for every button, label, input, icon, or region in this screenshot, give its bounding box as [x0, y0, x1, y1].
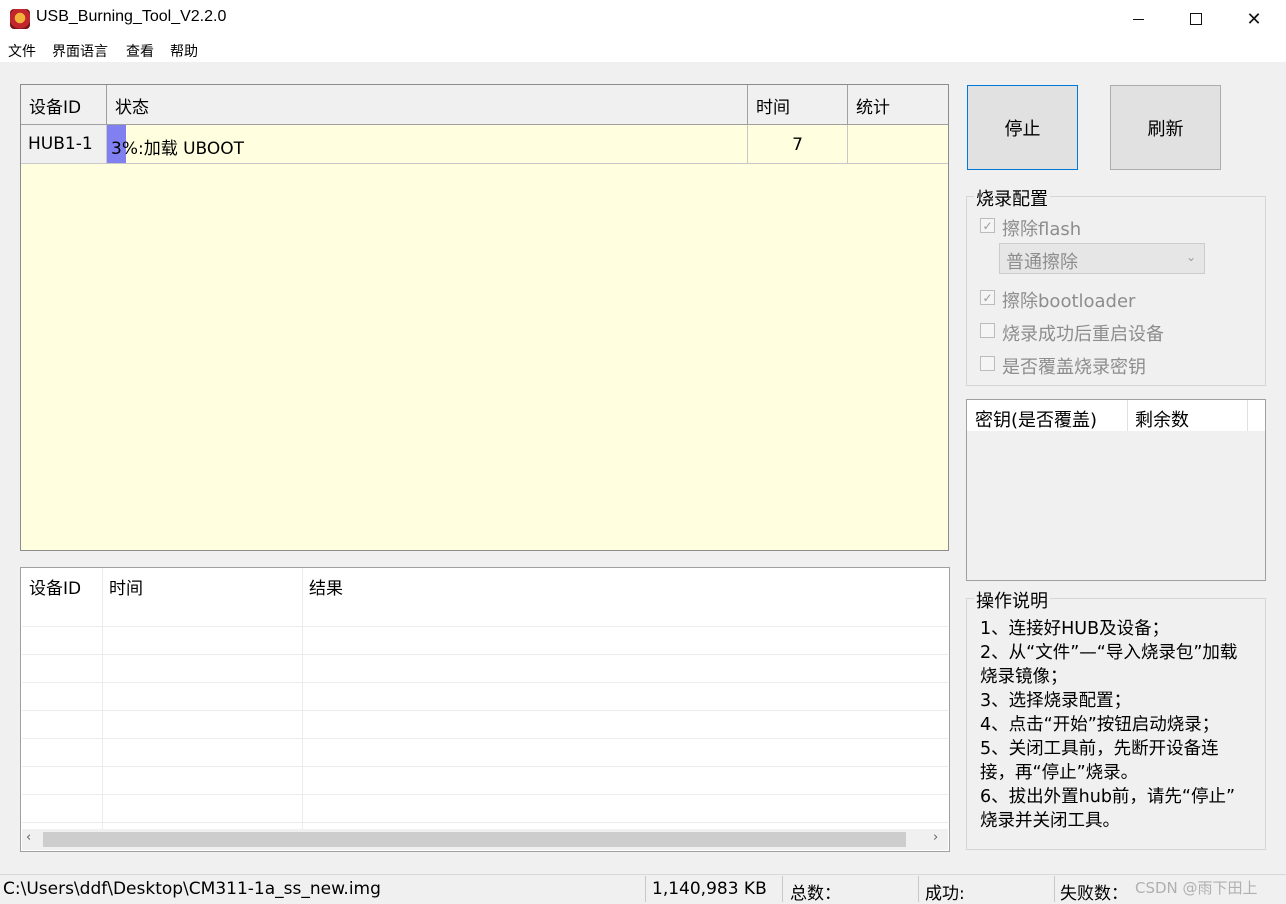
erase-bootloader-label: 擦除bootloader — [1002, 291, 1136, 312]
log-row[interactable] — [22, 767, 948, 795]
reboot-after-label: 烧录成功后重启设备 — [1002, 324, 1164, 345]
log-header-device-id[interactable]: 设备ID — [29, 574, 81, 599]
maximize-button[interactable] — [1167, 0, 1225, 38]
log-row[interactable] — [22, 655, 948, 683]
key-header-remaining[interactable]: 剩余数 — [1135, 406, 1189, 432]
scroll-left-icon[interactable]: ‹ — [26, 830, 31, 845]
app-icon — [10, 9, 30, 29]
maximize-icon — [1190, 13, 1202, 25]
reboot-after-checkbox[interactable] — [980, 323, 995, 338]
menu-file[interactable]: 文件 — [8, 41, 36, 61]
status-text: 3%:加载 UBOOT — [111, 139, 245, 159]
minimize-button[interactable] — [1109, 0, 1167, 38]
key-header-key[interactable]: 密钥(是否覆盖) — [975, 406, 1097, 432]
stat-cell[interactable] — [848, 125, 948, 164]
log-header-result[interactable]: 结果 — [309, 574, 343, 599]
instruction-line: 5、关闭工具前，先断开设备连 — [980, 739, 1219, 759]
column-header-device-id[interactable]: 设备ID — [21, 85, 107, 125]
instruction-line: 4、点击“开始”按钮启动烧录； — [980, 715, 1220, 735]
check-icon: ✓ — [982, 218, 993, 233]
erase-flash-label: 擦除flash — [1002, 219, 1082, 240]
status-divider — [1054, 876, 1055, 902]
log-row[interactable] — [22, 795, 948, 823]
overwrite-key-label: 是否覆盖烧录密钥 — [1002, 357, 1146, 378]
column-header-status[interactable]: 状态 — [107, 85, 748, 125]
key-column-divider — [1247, 400, 1248, 431]
horizontal-scrollbar[interactable]: ‹ › — [22, 829, 948, 850]
instructions-title: 操作说明 — [974, 587, 1050, 613]
instruction-line: 烧录镜像； — [980, 667, 1068, 687]
status-divider — [782, 876, 783, 902]
key-column-divider — [1127, 400, 1128, 431]
refresh-button[interactable]: 刷新 — [1110, 85, 1221, 170]
burn-config-title: 烧录配置 — [974, 185, 1050, 211]
log-row[interactable] — [22, 711, 948, 739]
instruction-line: 3、选择烧录配置； — [980, 691, 1132, 711]
status-cell[interactable]: 3%:加载 UBOOT — [107, 125, 748, 164]
total-count: 总数： — [790, 884, 841, 904]
close-icon: ✕ — [1246, 8, 1262, 30]
status-divider — [645, 876, 646, 902]
time-cell[interactable]: 7 — [748, 125, 848, 164]
overwrite-key-checkbox[interactable] — [980, 356, 995, 371]
erase-flash-checkbox[interactable]: ✓ — [980, 218, 995, 233]
log-header-time[interactable]: 时间 — [109, 574, 143, 599]
close-button[interactable]: ✕ — [1225, 0, 1283, 38]
log-row[interactable] — [22, 739, 948, 767]
erase-mode-value: 普通擦除 — [1006, 252, 1078, 273]
status-divider — [918, 876, 919, 902]
column-header-stat[interactable]: 统计 — [848, 85, 948, 125]
success-count: 成功: — [925, 884, 965, 904]
log-table[interactable]: 设备ID 时间 结果 ‹ › — [20, 567, 950, 852]
instruction-line: 接，再“停止”烧录。 — [980, 763, 1139, 783]
menu-view[interactable]: 查看 — [126, 41, 154, 61]
log-row[interactable] — [22, 683, 948, 711]
minimize-icon — [1132, 18, 1144, 20]
file-size: 1,140,983 KB — [652, 879, 767, 899]
scrollbar-thumb[interactable] — [43, 832, 906, 847]
device-table[interactable]: 设备ID 状态 时间 统计 HUB1-1 3%:加载 UBOOT 7 — [20, 84, 949, 551]
erase-bootloader-checkbox[interactable]: ✓ — [980, 290, 995, 305]
device-id-cell[interactable]: HUB1-1 — [21, 125, 107, 164]
watermark: CSDN @雨下田上 — [1135, 879, 1258, 897]
key-table[interactable]: 密钥(是否覆盖) 剩余数 — [966, 399, 1266, 581]
scroll-right-icon[interactable]: › — [933, 830, 938, 845]
instruction-line: 1、连接好HUB及设备； — [980, 619, 1170, 639]
erase-mode-select[interactable]: 普通擦除 ⌄ — [999, 243, 1205, 274]
log-row[interactable] — [22, 599, 948, 627]
instruction-line: 6、拔出外置hub前，请先“停止” — [980, 787, 1236, 807]
instruction-line: 烧录并关闭工具。 — [980, 811, 1120, 831]
instructions-text: 1、连接好HUB及设备； 2、从“文件”—“导入烧录包”加载 烧录镜像； 3、选… — [980, 617, 1266, 833]
column-header-time[interactable]: 时间 — [748, 85, 848, 125]
window-title: USB_Burning_Tool_V2.2.0 — [36, 8, 227, 25]
check-icon: ✓ — [982, 290, 993, 305]
stop-button[interactable]: 停止 — [967, 85, 1078, 170]
chevron-down-icon: ⌄ — [1186, 250, 1197, 264]
instruction-line: 2、从“文件”—“导入烧录包”加载 — [980, 643, 1238, 663]
log-row[interactable] — [22, 627, 948, 655]
file-path: C:\Users\ddf\Desktop\CM311-1a_ss_new.img — [3, 879, 381, 899]
menu-help[interactable]: 帮助 — [170, 41, 198, 61]
menu-language[interactable]: 界面语言 — [52, 41, 108, 61]
fail-count: 失败数： — [1060, 884, 1128, 904]
